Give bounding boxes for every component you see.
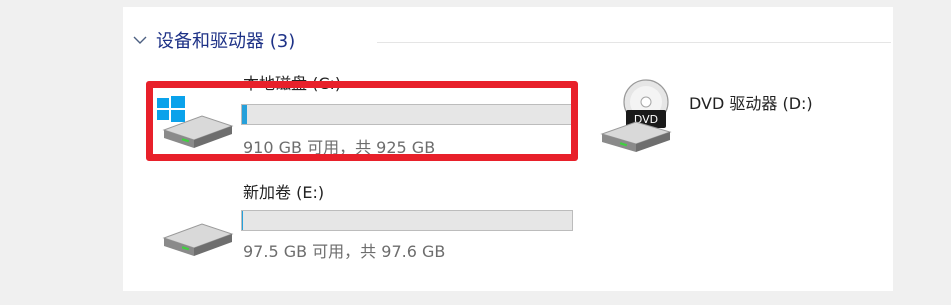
- hard-drive-icon: [162, 223, 234, 256]
- drive-c-name: 本地磁盘 (C:): [243, 74, 342, 93]
- drive-c-usage-fill: [242, 105, 248, 124]
- drive-c[interactable]: 本地磁盘 (C:) 910 GB 可用，共 925 GB: [150, 70, 580, 160]
- drive-c-usage-bar: [241, 104, 573, 125]
- drive-e-name: 新加卷 (E:): [243, 183, 325, 202]
- drive-e[interactable]: 新加卷 (E:) 97.5 GB 可用，共 97.6 GB: [150, 176, 580, 271]
- windows-drive-icon: [157, 96, 234, 148]
- drive-c-stats: 910 GB 可用，共 925 GB: [243, 138, 436, 157]
- drive-e-usage-bar: [241, 210, 573, 231]
- drive-e-stats: 97.5 GB 可用，共 97.6 GB: [243, 242, 446, 261]
- chevron-down-icon: [133, 36, 147, 44]
- group-divider: [377, 42, 891, 43]
- group-title: 设备和驱动器 (3): [156, 31, 296, 52]
- drive-d[interactable]: DVD DVD 驱动器 (D:): [596, 76, 886, 166]
- dvd-drive-icon: DVD: [600, 79, 672, 152]
- devices-group-header[interactable]: 设备和驱动器 (3): [131, 27, 295, 53]
- drive-d-name: DVD 驱动器 (D:): [689, 94, 813, 113]
